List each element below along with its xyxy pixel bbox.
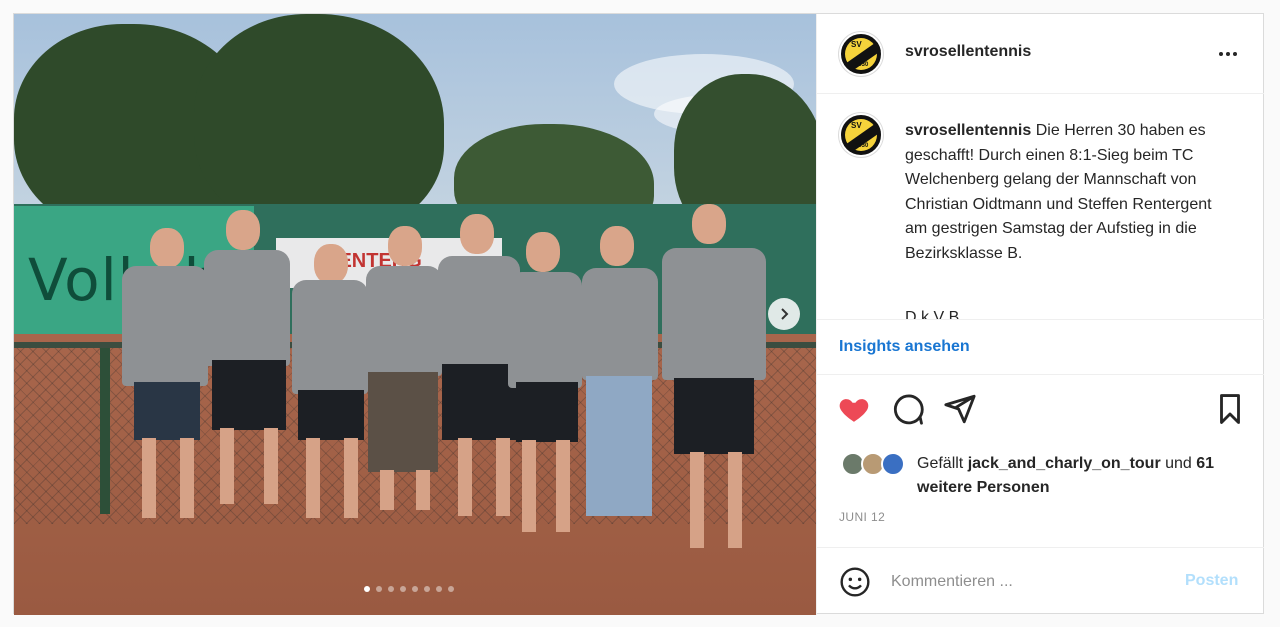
chevron-right-icon bbox=[781, 308, 789, 320]
logo-text: SV bbox=[851, 40, 862, 49]
post-sidebar: SV 1930 svrosellentennis SV 1930 svrosel… bbox=[816, 14, 1264, 615]
post-date[interactable]: JUNI 12 bbox=[839, 510, 885, 524]
heart-icon[interactable] bbox=[837, 392, 871, 426]
carousel-dot bbox=[400, 586, 406, 592]
share-icon[interactable] bbox=[943, 392, 977, 426]
comment-icon[interactable] bbox=[891, 392, 925, 426]
caption-text: svrosellentennis Die Herren 30 haben es … bbox=[905, 119, 1235, 267]
likes-prefix: Gefällt bbox=[917, 455, 964, 472]
carousel-dot bbox=[376, 586, 382, 592]
post-comment-button[interactable]: Posten bbox=[1185, 572, 1238, 590]
next-photo-button[interactable] bbox=[768, 298, 800, 330]
likes-user-link[interactable]: jack_and_charly_on_tour bbox=[968, 455, 1161, 472]
liker-avatar[interactable] bbox=[881, 452, 905, 476]
profile-avatar[interactable]: SV 1930 bbox=[839, 32, 883, 76]
comment-input[interactable] bbox=[891, 570, 1171, 594]
insights-link[interactable]: Insights ansehen bbox=[839, 338, 970, 356]
net-post bbox=[100, 344, 110, 514]
carousel-dots bbox=[364, 586, 454, 592]
post-header: SV 1930 svrosellentennis bbox=[817, 14, 1264, 94]
comment-bar: Posten bbox=[817, 547, 1264, 615]
post-photo[interactable]: Volksba RENTERG bbox=[14, 14, 816, 615]
bookmark-icon[interactable] bbox=[1213, 392, 1247, 426]
caption-username[interactable]: svrosellentennis bbox=[905, 122, 1031, 139]
caption-body: Die Herren 30 haben es geschafft! Durch … bbox=[905, 122, 1212, 262]
caption-cutoff-line: D k V B bbox=[905, 309, 960, 319]
likes-and: und bbox=[1165, 455, 1192, 472]
caption-area: SV 1930 svrosellentennis Die Herren 30 h… bbox=[817, 95, 1264, 319]
carousel-dot bbox=[436, 586, 442, 592]
post-username[interactable]: svrosellentennis bbox=[905, 43, 1031, 61]
caption-avatar[interactable]: SV 1930 bbox=[839, 113, 883, 157]
likes-text: Gefällt jack_and_charly_on_tour und 61 w… bbox=[917, 452, 1247, 500]
logo-year: 1930 bbox=[855, 62, 869, 68]
carousel-dot bbox=[412, 586, 418, 592]
action-bar bbox=[817, 376, 1264, 440]
logo-text: SV bbox=[851, 121, 862, 130]
photo-tree bbox=[194, 14, 444, 234]
logo-year: 1930 bbox=[855, 143, 869, 149]
post-modal: Volksba RENTERG bbox=[13, 13, 1264, 615]
carousel-dot bbox=[448, 586, 454, 592]
likes-summary: Gefällt jack_and_charly_on_tour und 61 w… bbox=[817, 446, 1264, 502]
more-options-icon[interactable] bbox=[1213, 44, 1243, 64]
insights-bar: Insights ansehen bbox=[817, 319, 1264, 375]
carousel-dot bbox=[424, 586, 430, 592]
carousel-dot bbox=[364, 586, 370, 592]
emoji-icon[interactable] bbox=[839, 566, 871, 598]
carousel-dot bbox=[388, 586, 394, 592]
